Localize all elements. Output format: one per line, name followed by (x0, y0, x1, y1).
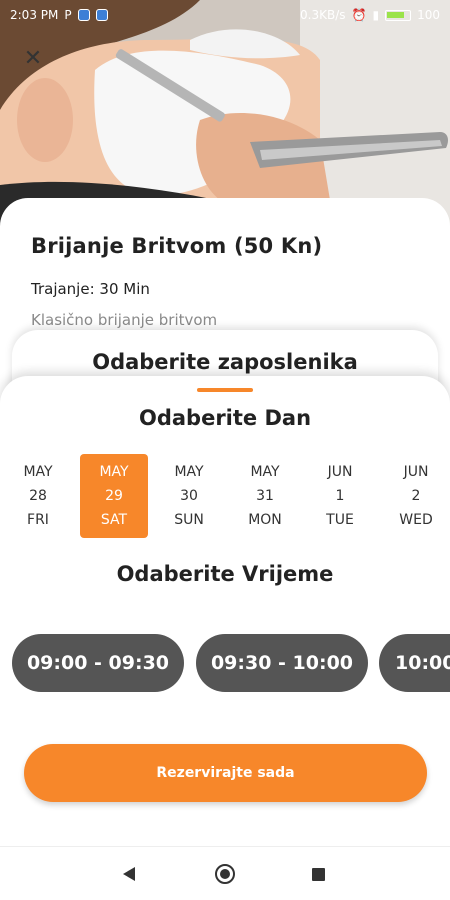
day-month: MAY (250, 464, 280, 480)
system-nav-bar (0, 846, 450, 900)
day-month: MAY (174, 464, 204, 480)
time-slot-button[interactable]: 09:30 - 10:00 (196, 634, 368, 692)
day-weekday: FRI (27, 512, 49, 528)
service-title: Brijanje Britvom (50 Kn) (31, 234, 323, 258)
day-date: 31 (256, 488, 274, 504)
home-icon[interactable] (215, 864, 235, 884)
day-option-selected[interactable]: MAY 29 SAT (80, 454, 148, 538)
day-date: 1 (335, 488, 345, 504)
time-slot-button[interactable]: 10:00 (379, 634, 450, 692)
network-speed: 0.3KB/s (300, 8, 346, 22)
status-carrier-label: P (64, 8, 72, 22)
time-section-title: Odaberite Vrijeme (116, 562, 334, 586)
day-weekday: TUE (326, 512, 354, 528)
day-option[interactable]: JUN 2 WED (382, 454, 450, 538)
alarm-icon: ⏰ (351, 8, 367, 22)
day-weekday: SAT (100, 512, 128, 528)
day-option[interactable]: MAY 28 FRI (4, 454, 72, 538)
battery-level: 100 (417, 8, 440, 22)
status-bar: 2:03 PM P 0.3KB/s ⏰ ▮ 100 (0, 0, 450, 30)
status-notification-icons: P (64, 8, 108, 22)
reserve-button[interactable]: Rezervirajte sada (24, 744, 427, 802)
day-weekday: WED (399, 512, 433, 528)
service-duration: Trajanje: 30 Min (31, 280, 150, 298)
day-weekday: MON (248, 512, 282, 528)
day-month: MAY (99, 464, 129, 480)
back-icon[interactable] (123, 867, 135, 881)
close-icon[interactable]: ✕ (20, 46, 46, 72)
notification-app-icon (95, 9, 108, 21)
day-date: 28 (29, 488, 47, 504)
day-date: 29 (105, 488, 123, 504)
day-date: 2 (411, 488, 421, 504)
service-description: Klasično brijanje britvom (31, 311, 218, 329)
day-option[interactable]: MAY 31 MON (231, 454, 299, 538)
time-slot-button[interactable]: 09:00 - 09:30 (12, 634, 184, 692)
notification-app-icon (77, 9, 90, 21)
status-system-icons: 0.3KB/s ⏰ ▮ 100 (300, 8, 440, 22)
booking-sheet: Odaberite Dan MAY 28 FRI MAY 29 SAT MAY … (0, 376, 450, 846)
day-weekday: SUN (174, 512, 204, 528)
day-option[interactable]: MAY 30 SUN (155, 454, 223, 538)
day-month: MAY (23, 464, 53, 480)
day-month: JUN (327, 464, 353, 480)
drag-handle[interactable] (197, 388, 253, 392)
day-picker: MAY 28 FRI MAY 29 SAT MAY 30 SUN MAY 31 … (0, 454, 450, 538)
employee-section-title: Odaberite zaposlenika (92, 350, 358, 374)
signal-icon: ▮ (372, 8, 380, 22)
day-month: JUN (403, 464, 429, 480)
status-time: 2:03 PM (10, 8, 59, 22)
time-slot-list[interactable]: 09:00 - 09:30 09:30 - 10:00 10:00 (0, 634, 450, 694)
day-option[interactable]: JUN 1 TUE (306, 454, 374, 538)
recents-icon[interactable] (312, 868, 325, 881)
day-section-title: Odaberite Dan (138, 406, 312, 430)
day-date: 30 (180, 488, 198, 504)
battery-icon (385, 9, 412, 21)
